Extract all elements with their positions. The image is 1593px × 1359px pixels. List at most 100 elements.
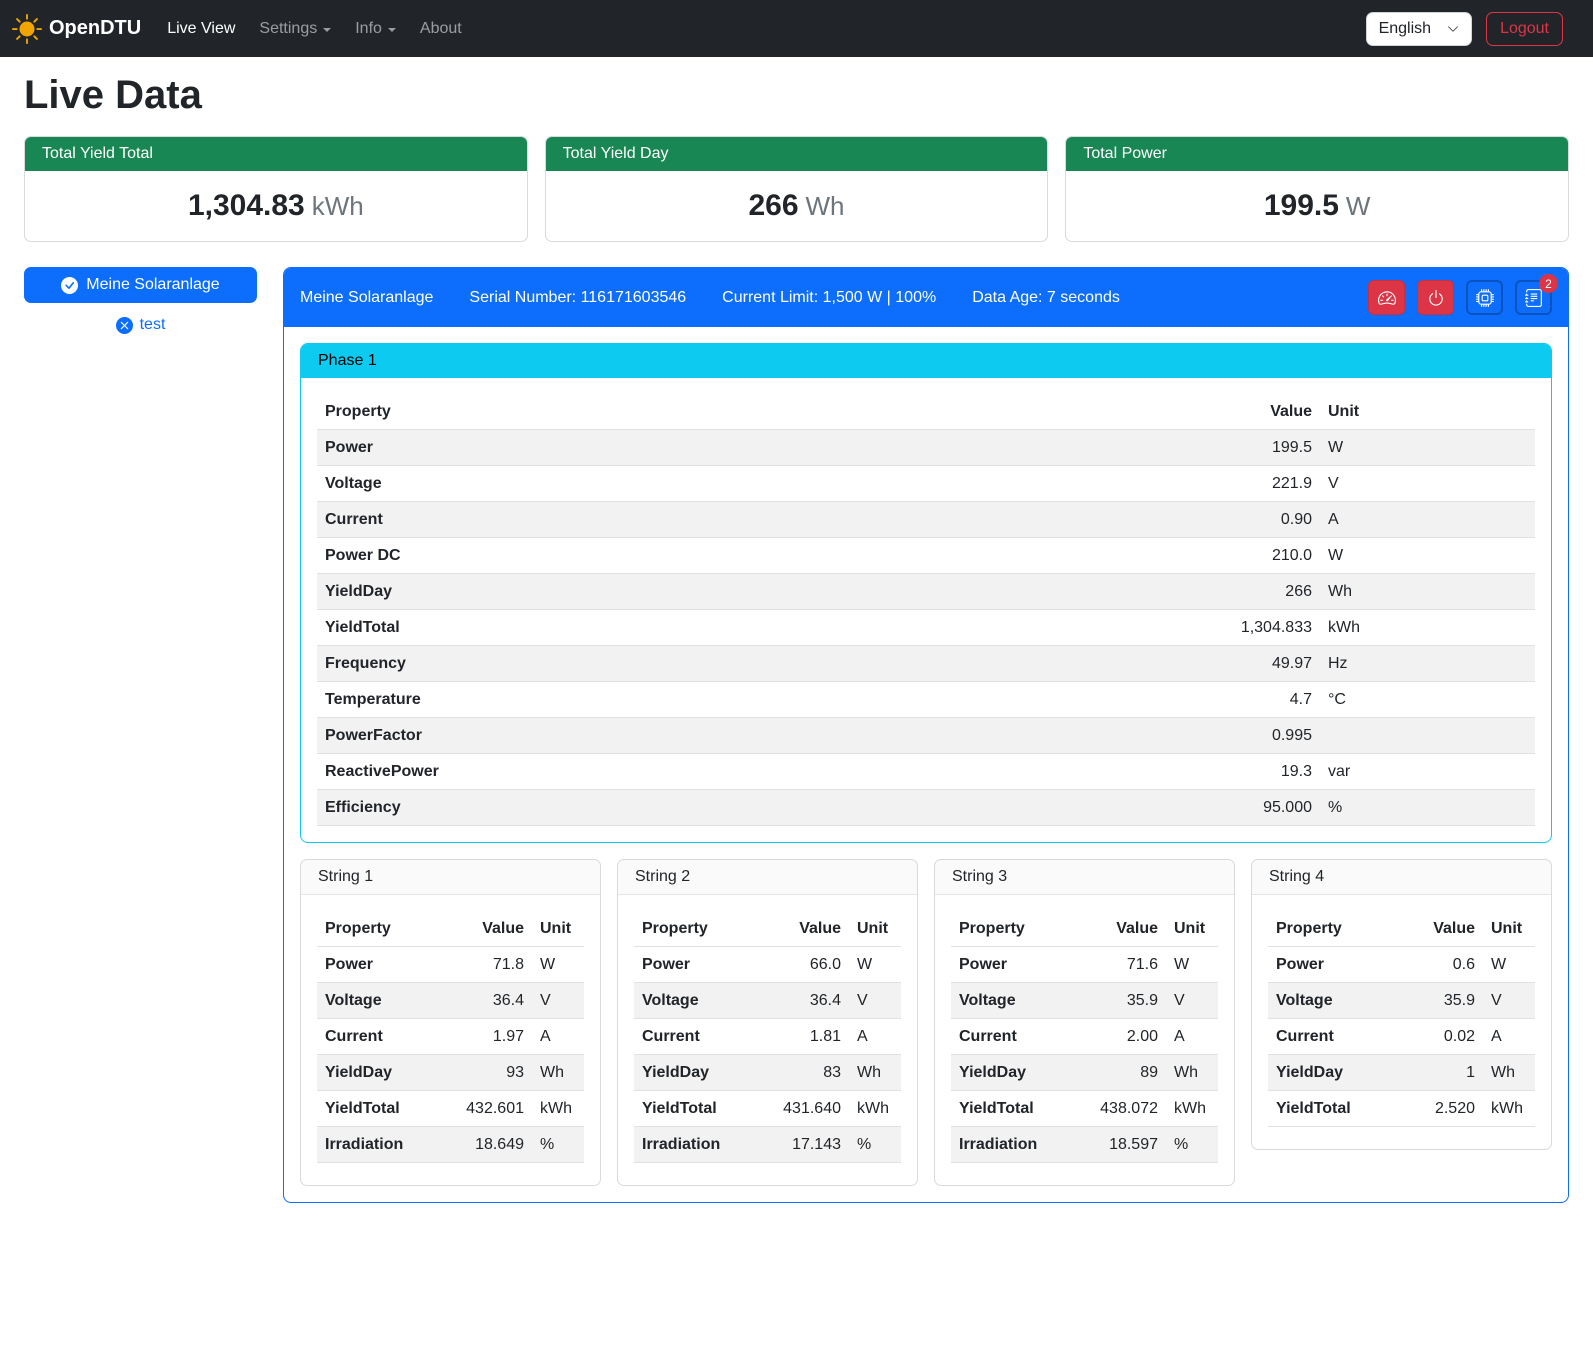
row-value: 1.97 [438, 1019, 532, 1055]
row-value: 17.143 [755, 1127, 849, 1163]
sun-icon [12, 14, 42, 44]
row-value: 438.072 [1072, 1091, 1166, 1127]
nav-live-view-label: Live View [167, 20, 235, 38]
page-title: Live Data [24, 73, 1569, 118]
table-row: Current0.02A [1268, 1019, 1535, 1055]
row-unit: W [849, 947, 901, 983]
language-select[interactable]: English [1366, 12, 1472, 46]
chevron-down-icon [388, 28, 396, 32]
row-unit: V [1483, 983, 1535, 1019]
limit-settings-button[interactable] [1368, 280, 1405, 315]
table-header-row: Property Value Unit [317, 394, 1535, 430]
nav-about[interactable]: About [412, 12, 470, 46]
row-unit: V [532, 983, 584, 1019]
row-unit: W [1320, 538, 1535, 574]
table-row: YieldDay89Wh [951, 1055, 1218, 1091]
row-unit: kWh [849, 1091, 901, 1127]
column-header-property: Property [317, 394, 917, 430]
table-row: YieldDay93Wh [317, 1055, 584, 1091]
column-header-value: Value [438, 911, 532, 947]
table-header-row: PropertyValueUnit [1268, 911, 1535, 947]
row-value: 35.9 [1399, 983, 1483, 1019]
string-table: PropertyValueUnitPower71.6WVoltage35.9VC… [951, 911, 1218, 1163]
row-property: Power [317, 947, 438, 983]
row-unit: W [1166, 947, 1218, 983]
table-row: Efficiency95.000% [317, 790, 1535, 826]
table-row: Current2.00A [951, 1019, 1218, 1055]
row-value: 0.02 [1399, 1019, 1483, 1055]
power-icon [1427, 289, 1445, 307]
inverter-test-label: test [140, 316, 166, 334]
nav-live-view[interactable]: Live View [159, 12, 243, 46]
nav-info[interactable]: Info [347, 12, 404, 46]
device-info-button[interactable] [1466, 280, 1503, 315]
power-button[interactable] [1417, 280, 1454, 315]
table-row: Power0.6W [1268, 947, 1535, 983]
card-title: Total Yield Total [25, 137, 527, 171]
table-row: ReactivePower19.3var [317, 754, 1535, 790]
table-row: Power DC210.0W [317, 538, 1535, 574]
row-unit: Wh [849, 1055, 901, 1091]
card-unit: kWh [312, 191, 364, 221]
row-unit: A [1166, 1019, 1218, 1055]
row-value: 0.90 [917, 502, 1320, 538]
row-value: 2.00 [1072, 1019, 1166, 1055]
chevron-down-icon [1447, 23, 1459, 35]
table-row: Power66.0W [634, 947, 901, 983]
row-value: 95.000 [917, 790, 1320, 826]
event-count-badge: 2 [1539, 274, 1558, 293]
row-unit: Wh [1166, 1055, 1218, 1091]
event-log-button[interactable]: 2 [1515, 280, 1552, 315]
card-title: Total Yield Day [546, 137, 1048, 171]
row-unit: var [1320, 754, 1535, 790]
row-property: YieldTotal [634, 1091, 755, 1127]
logout-button[interactable]: Logout [1486, 12, 1563, 46]
table-row: YieldDay1Wh [1268, 1055, 1535, 1091]
table-row: Power71.8W [317, 947, 584, 983]
row-value: 199.5 [917, 430, 1320, 466]
row-property: Current [317, 502, 917, 538]
string-card-title: String 2 [618, 860, 917, 895]
string-card: String 3PropertyValueUnitPower71.6WVolta… [934, 859, 1235, 1186]
row-unit: kWh [1483, 1091, 1535, 1127]
inverter-select-button[interactable]: Meine Solaranlage [24, 267, 257, 303]
data-age: Data Age: 7 seconds [972, 289, 1120, 307]
row-property: YieldDay [951, 1055, 1072, 1091]
row-property: YieldTotal [951, 1091, 1072, 1127]
table-row: YieldTotal2.520kWh [1268, 1091, 1535, 1127]
inverter-item-test[interactable]: test [24, 316, 257, 334]
total-yield-day-card: Total Yield Day 266Wh [545, 136, 1049, 242]
check-circle-icon [61, 277, 78, 294]
row-value: 35.9 [1072, 983, 1166, 1019]
brand[interactable]: OpenDTU [12, 14, 141, 44]
phase-card: Phase 1 Property Value Unit Power199.5WV… [300, 343, 1552, 843]
row-property: Current [1268, 1019, 1399, 1055]
string-card-title: String 4 [1252, 860, 1551, 895]
table-row: Temperature4.7°C [317, 682, 1535, 718]
row-property: ReactivePower [317, 754, 917, 790]
string-table: PropertyValueUnitPower0.6WVoltage35.9VCu… [1268, 911, 1535, 1127]
table-header-row: PropertyValueUnit [634, 911, 901, 947]
row-property: Voltage [317, 983, 438, 1019]
cpu-icon [1476, 289, 1494, 307]
row-property: YieldDay [1268, 1055, 1399, 1091]
brand-label: OpenDTU [49, 17, 141, 40]
panel-actions: 2 [1368, 280, 1552, 315]
column-header-unit: Unit [849, 911, 901, 947]
string-table-body: Power71.6WVoltage35.9VCurrent2.00AYieldD… [951, 947, 1218, 1163]
inverter-select-label: Meine Solaranlage [86, 276, 219, 294]
table-row: Voltage36.4V [634, 983, 901, 1019]
row-value: 36.4 [755, 983, 849, 1019]
row-unit: Wh [1320, 574, 1535, 610]
gauge-icon [1378, 289, 1396, 307]
row-value: 89 [1072, 1055, 1166, 1091]
column-header-unit: Unit [532, 911, 584, 947]
nav-settings[interactable]: Settings [251, 12, 339, 46]
table-row: PowerFactor0.995 [317, 718, 1535, 754]
row-unit: °C [1320, 682, 1535, 718]
row-property: Power [634, 947, 755, 983]
row-unit: % [1320, 790, 1535, 826]
string-table: PropertyValueUnitPower71.8WVoltage36.4VC… [317, 911, 584, 1163]
string-table: PropertyValueUnitPower66.0WVoltage36.4VC… [634, 911, 901, 1163]
journal-icon [1525, 289, 1543, 307]
